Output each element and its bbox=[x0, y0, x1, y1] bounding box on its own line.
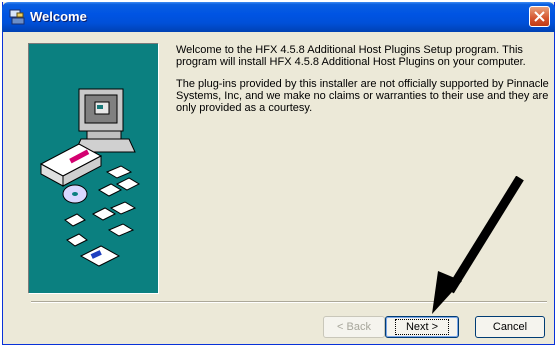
setup-graphic-panel bbox=[29, 44, 159, 294]
cd-icon bbox=[62, 184, 88, 204]
setup-icon bbox=[8, 8, 26, 26]
close-button[interactable] bbox=[529, 6, 550, 27]
floppy-icon bbox=[91, 165, 141, 237]
welcome-text: Welcome to the HFX 4.5.8 Additional Host… bbox=[176, 44, 551, 124]
computer-icon bbox=[74, 88, 136, 153]
window-title: Welcome bbox=[30, 9, 87, 24]
back-button[interactable]: < Back bbox=[323, 316, 385, 338]
intro-paragraph: Welcome to the HFX 4.5.8 Additional Host… bbox=[176, 44, 526, 68]
disclaimer-paragraph: The plug-ins provided by this installer … bbox=[176, 78, 549, 114]
manual-icon bbox=[79, 245, 121, 267]
close-icon bbox=[534, 11, 545, 22]
title-bar[interactable]: Welcome bbox=[2, 2, 555, 32]
pointer-arrow bbox=[432, 176, 524, 314]
